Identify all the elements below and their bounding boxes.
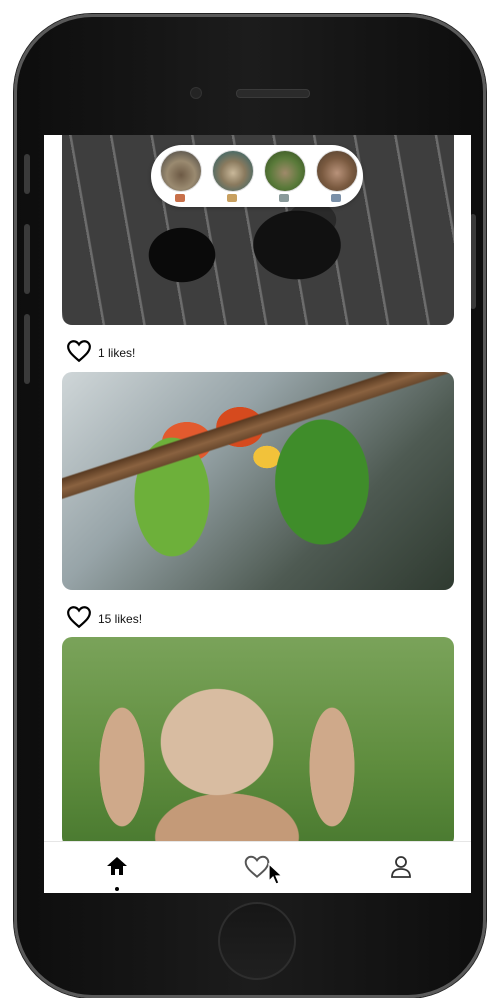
like-row-post-2: 15 likes! <box>66 605 143 634</box>
profile-icon <box>391 856 411 878</box>
story-badge-1 <box>175 194 185 202</box>
bottom-nav-bar <box>44 841 471 893</box>
story-badge-4 <box>331 194 341 202</box>
front-camera <box>190 87 202 99</box>
nav-profile-button[interactable] <box>386 854 416 882</box>
nav-home-button[interactable] <box>102 854 132 882</box>
app-screen: 1 likes! 15 likes! <box>44 135 471 893</box>
earpiece-speaker <box>236 89 310 98</box>
story-avatar-2[interactable] <box>212 150 254 192</box>
volume-down-button <box>24 314 30 384</box>
stories-bar <box>151 145 363 207</box>
likes-count: 15 likes! <box>98 612 143 626</box>
story-badge-3 <box>279 194 289 202</box>
mouse-cursor-icon <box>268 863 284 885</box>
active-indicator-dot <box>115 887 119 891</box>
heart-icon <box>244 855 270 878</box>
home-hardware-button[interactable] <box>218 902 296 980</box>
story-avatar-1[interactable] <box>160 150 202 192</box>
heart-icon[interactable] <box>66 339 92 368</box>
home-icon <box>107 857 127 875</box>
heart-icon[interactable] <box>66 605 92 634</box>
story-avatar-4[interactable] <box>316 150 358 192</box>
likes-count: 1 likes! <box>98 346 136 360</box>
post-image-bunny[interactable] <box>62 637 454 847</box>
post-image-lovebirds[interactable] <box>62 372 454 590</box>
story-avatar-3[interactable] <box>264 150 306 192</box>
like-row-post-1: 1 likes! <box>66 339 136 368</box>
story-badge-2 <box>227 194 237 202</box>
mute-switch <box>24 154 30 194</box>
volume-up-button <box>24 224 30 294</box>
